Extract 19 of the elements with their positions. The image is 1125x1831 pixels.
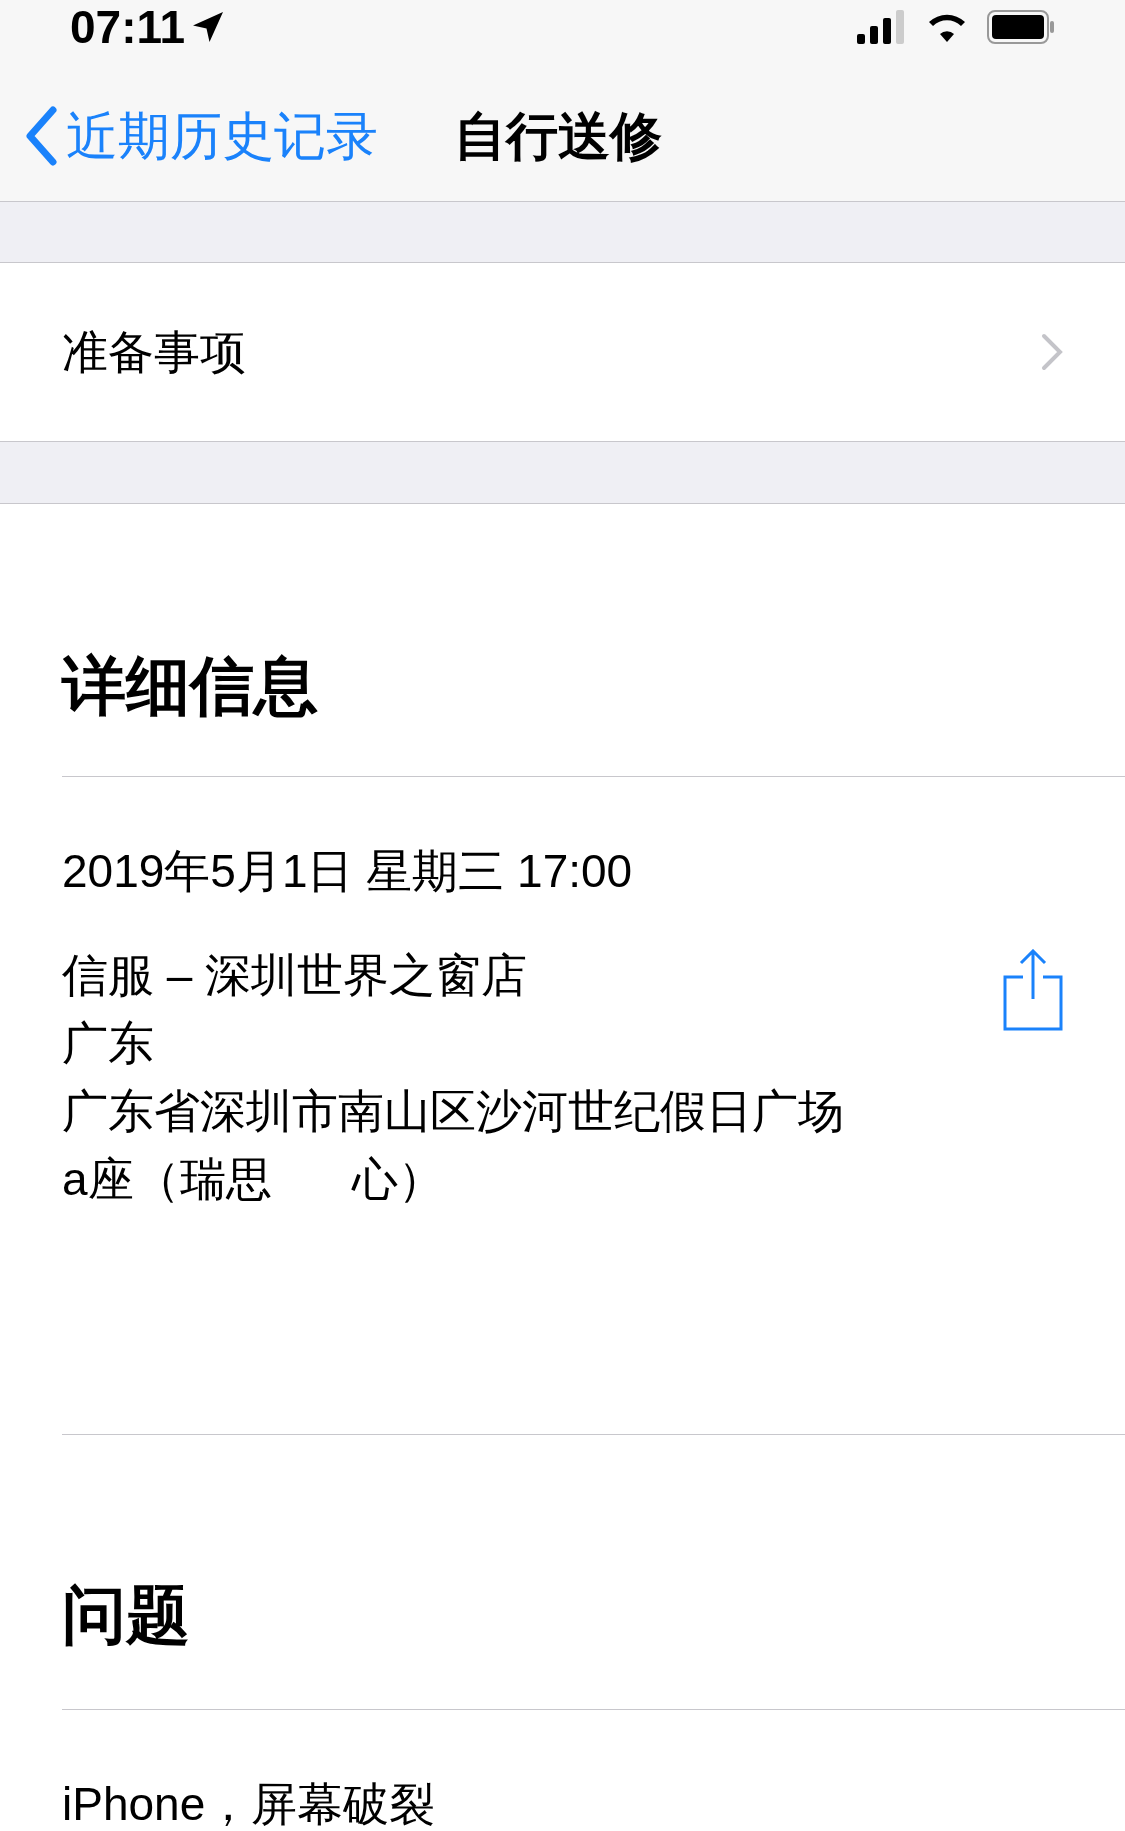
status-time: 07:11 bbox=[70, 4, 186, 50]
battery-icon bbox=[987, 10, 1055, 44]
chevron-right-icon bbox=[1041, 333, 1063, 371]
share-icon[interactable] bbox=[1003, 949, 1063, 1031]
problem-text: iPhone，屏幕破裂 bbox=[62, 1778, 436, 1830]
appointment-datetime: 2019年5月1日 星期三 17:00 bbox=[62, 844, 634, 899]
store-province: 广东 bbox=[62, 1016, 155, 1071]
store-name: 信服 – 深圳世界之窗店 bbox=[62, 948, 529, 1003]
store-address: 广东省深圳市南山区沙河世纪假日广场 bbox=[62, 1084, 844, 1139]
wifi-icon bbox=[927, 12, 967, 42]
problem-heading: 问题 bbox=[62, 1583, 190, 1647]
store-address: a座（瑞思 bbox=[62, 1152, 272, 1207]
back-chevron-icon bbox=[24, 105, 58, 166]
prep-row[interactable]: 准备事项 bbox=[0, 262, 1125, 442]
signal-icon bbox=[857, 10, 907, 44]
location-icon bbox=[193, 12, 224, 42]
details-heading: 详细信息 bbox=[62, 654, 318, 718]
store-address: 心） bbox=[351, 1152, 444, 1207]
nav-title: 自行送修 bbox=[454, 105, 662, 167]
